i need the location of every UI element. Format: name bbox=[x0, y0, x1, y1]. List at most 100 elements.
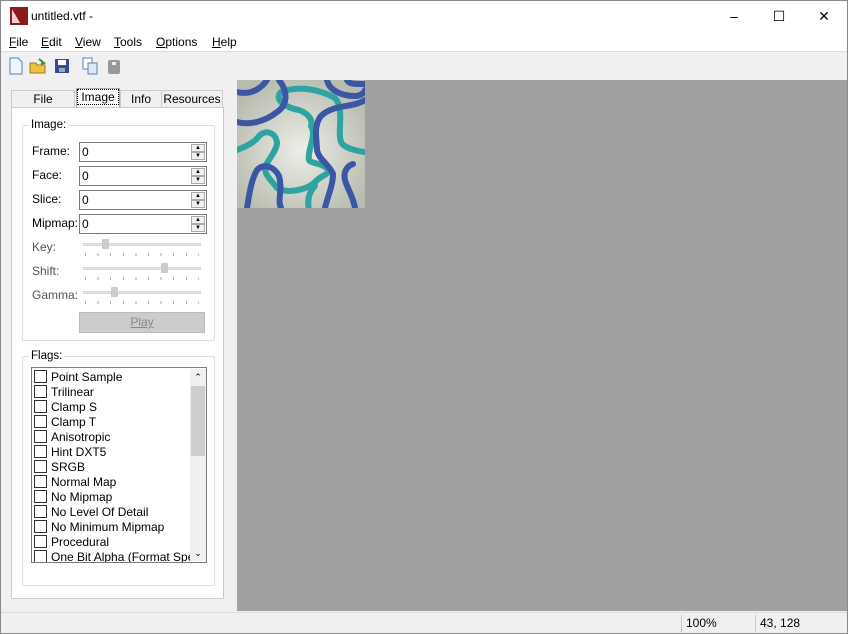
new-icon[interactable] bbox=[7, 57, 25, 75]
menu-help[interactable]: Help bbox=[212, 35, 237, 49]
tab-image[interactable]: Image bbox=[76, 88, 120, 108]
play-button[interactable]: Play bbox=[79, 312, 205, 333]
checkbox[interactable] bbox=[34, 430, 47, 444]
flag-label: Hint DXT5 bbox=[51, 444, 107, 459]
copy-icon[interactable] bbox=[81, 57, 99, 75]
menu-tools[interactable]: Tools bbox=[114, 35, 142, 49]
mipmap-label: Mipmap: bbox=[32, 216, 79, 230]
app-icon bbox=[10, 7, 28, 25]
flag-label: No Mipmap bbox=[51, 489, 113, 504]
face-value: 0 bbox=[82, 169, 89, 183]
checkbox[interactable] bbox=[34, 535, 47, 549]
slice-spinner[interactable]: 0 ▲ ▼ bbox=[79, 190, 207, 210]
spin-buttons[interactable]: ▲ ▼ bbox=[191, 192, 205, 208]
menu-key: O bbox=[156, 35, 166, 49]
checkbox[interactable] bbox=[34, 370, 47, 384]
checkbox[interactable] bbox=[34, 445, 47, 459]
frame-label: Frame: bbox=[32, 144, 71, 158]
texture-image bbox=[237, 80, 365, 208]
checkbox[interactable] bbox=[34, 490, 47, 504]
menu-file[interactable]: File bbox=[9, 35, 28, 49]
flag-label: No Level Of Detail bbox=[51, 504, 149, 519]
texture-viewer[interactable] bbox=[237, 80, 847, 611]
scroll-thumb[interactable] bbox=[191, 386, 205, 456]
paste-icon[interactable] bbox=[105, 57, 123, 75]
mipmap-spinner[interactable]: 0 ▲ ▼ bbox=[79, 214, 207, 234]
shift-slider[interactable] bbox=[83, 263, 201, 281]
flag-item[interactable]: Clamp S bbox=[34, 399, 97, 414]
flag-label: Anisotropic bbox=[51, 429, 111, 444]
checkbox[interactable] bbox=[34, 475, 47, 489]
tab-file-system[interactable]: File System bbox=[11, 90, 75, 123]
flag-item[interactable]: Hint DXT5 bbox=[34, 444, 106, 459]
status-bar: 100% 43, 128 bbox=[1, 612, 847, 633]
flag-item[interactable]: Procedural bbox=[34, 534, 109, 549]
menu-key: E bbox=[41, 35, 50, 49]
checkbox[interactable] bbox=[34, 505, 47, 519]
flags-scrollbar[interactable]: ⌃ ⌄ bbox=[190, 369, 206, 561]
scroll-down-icon[interactable]: ⌄ bbox=[190, 545, 206, 561]
checkbox[interactable] bbox=[34, 400, 47, 414]
flag-item[interactable]: Anisotropic bbox=[34, 429, 110, 444]
flag-label: Point Sample bbox=[51, 369, 123, 384]
open-icon[interactable] bbox=[29, 57, 47, 75]
flags-group: Flags: Point Sample Trilinear Clamp S Clamp… bbox=[22, 350, 215, 586]
flag-item[interactable]: No Level Of Detail bbox=[34, 504, 148, 519]
flag-item[interactable]: SRGB bbox=[34, 459, 85, 474]
flags-list[interactable]: Point Sample Trilinear Clamp S Clamp T Aniso… bbox=[31, 367, 207, 563]
checkbox[interactable] bbox=[34, 550, 47, 562]
flag-item[interactable]: Point Sample bbox=[34, 369, 122, 384]
flag-item[interactable]: Trilinear bbox=[34, 384, 94, 399]
flag-item[interactable]: Clamp T bbox=[34, 414, 96, 429]
zoom-level: 100% bbox=[681, 615, 755, 632]
flags-group-label: Flags: bbox=[29, 350, 65, 362]
key-slider[interactable] bbox=[83, 239, 201, 257]
flag-item[interactable]: Normal Map bbox=[34, 474, 116, 489]
flag-label: One Bit Alpha (Format Spec bbox=[51, 549, 201, 563]
maximize-button[interactable]: ☐ bbox=[756, 1, 802, 32]
menu-options[interactable]: Options bbox=[156, 35, 197, 49]
toolbar bbox=[1, 53, 847, 79]
spin-buttons[interactable]: ▲ ▼ bbox=[191, 216, 205, 232]
minimize-button[interactable]: – bbox=[711, 1, 757, 32]
menu-label: ools bbox=[120, 35, 143, 49]
checkbox[interactable] bbox=[34, 520, 47, 534]
window-title: untitled.vtf - bbox=[31, 9, 94, 23]
image-group-label: Image: bbox=[29, 119, 69, 131]
shift-slider-thumb[interactable] bbox=[160, 263, 168, 273]
face-spinner[interactable]: 0 ▲ ▼ bbox=[79, 166, 207, 186]
close-button[interactable]: ✕ bbox=[801, 1, 847, 32]
gamma-slider-thumb[interactable] bbox=[110, 287, 118, 297]
menu-edit[interactable]: Edit bbox=[41, 35, 62, 49]
flag-label: Clamp T bbox=[51, 414, 97, 429]
scroll-up-icon[interactable]: ⌃ bbox=[190, 369, 206, 385]
flag-item[interactable]: One Bit Alpha (Format Spec bbox=[34, 549, 201, 563]
title-bar: untitled.vtf - – ☐ ✕ bbox=[1, 1, 847, 32]
menu-view[interactable]: View bbox=[75, 35, 101, 49]
frame-spinner[interactable]: 0 ▲ ▼ bbox=[79, 142, 207, 162]
menu-label: ptions bbox=[165, 35, 198, 49]
menu-key: H bbox=[212, 35, 221, 49]
tab-resources[interactable]: Resources bbox=[161, 90, 223, 108]
shift-label: Shift: bbox=[32, 264, 60, 278]
save-icon[interactable] bbox=[53, 57, 71, 75]
spin-buttons[interactable]: ▲ ▼ bbox=[191, 144, 205, 160]
checkbox[interactable] bbox=[34, 385, 47, 399]
image-group: Image: Frame: 0 ▲ ▼ Face: 0 ▲ ▼ Slice: 0 ▲ ▼ M… bbox=[22, 119, 215, 341]
flag-label: SRGB bbox=[51, 459, 86, 474]
slice-value: 0 bbox=[82, 193, 89, 207]
key-slider-thumb[interactable] bbox=[101, 239, 109, 249]
flag-item[interactable]: No Minimum Mipmap bbox=[34, 519, 164, 534]
flag-label: Trilinear bbox=[51, 384, 94, 399]
checkbox[interactable] bbox=[34, 415, 47, 429]
tab-info[interactable]: Info bbox=[120, 90, 162, 108]
slice-label: Slice: bbox=[32, 192, 62, 206]
menu-label: dit bbox=[49, 35, 62, 49]
gamma-label: Gamma: bbox=[32, 288, 79, 302]
flag-label: Clamp S bbox=[51, 399, 98, 414]
checkbox[interactable] bbox=[34, 460, 47, 474]
spin-buttons[interactable]: ▲ ▼ bbox=[191, 168, 205, 184]
gamma-slider[interactable] bbox=[83, 287, 201, 305]
menu-label: elp bbox=[220, 35, 237, 49]
flag-item[interactable]: No Mipmap bbox=[34, 489, 112, 504]
